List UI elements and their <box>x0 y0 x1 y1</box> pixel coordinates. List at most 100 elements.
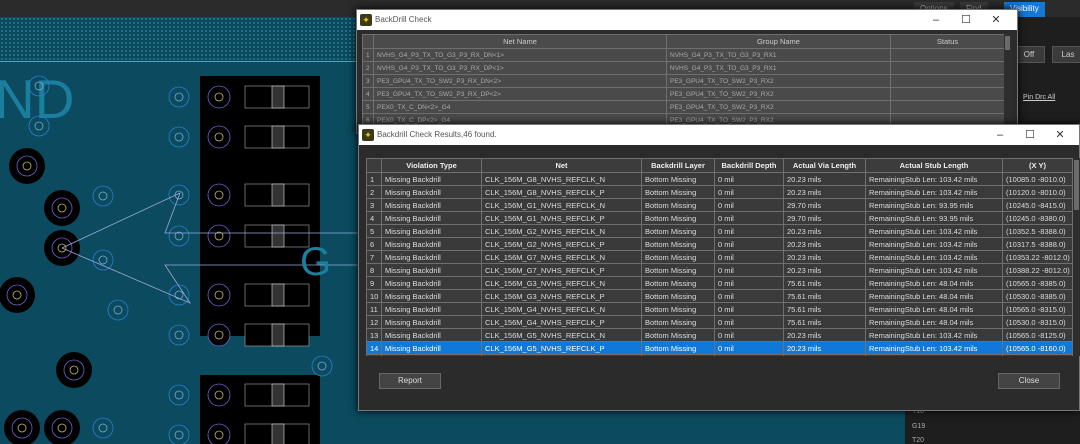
column-header[interactable]: Status <box>890 34 1005 49</box>
table-row[interactable]: 13 Missing Backdrill CLK_156M_G5_NVHS_REFC… <box>366 328 1073 342</box>
table-cell: Bottom Missing <box>641 211 715 225</box>
last-button[interactable]: Las <box>1052 46 1080 63</box>
col-pin[interactable]: Pin <box>1023 94 1033 101</box>
table-cell: 20.23 mils <box>783 328 866 342</box>
column-header[interactable]: Backdrill Depth <box>714 158 784 173</box>
table-cell: RemainingStub Len: 103.42 mils <box>865 328 1003 342</box>
close-icon[interactable]: ✕ <box>1045 125 1075 145</box>
table-cell: Bottom Missing <box>641 172 715 186</box>
table-cell: 1 <box>362 48 374 62</box>
table-cell: PEX0_TX_C_DN<2>_G4 <box>373 100 667 114</box>
column-header[interactable] <box>362 34 374 49</box>
table-cell: RemainingStub Len: 103.42 mils <box>865 224 1003 238</box>
table-cell: 75.61 mils <box>783 315 866 329</box>
table-cell: (10245.0 -8415.0) <box>1002 198 1073 212</box>
table-cell: PE3_GPU4_TX_TO_SW2_P3_RX_DP<2> <box>373 87 667 101</box>
table-row[interactable]: 11 Missing Backdrill CLK_156M_G4_NVHS_REFC… <box>366 302 1073 316</box>
table-row[interactable]: 3 PE3_GPU4_TX_TO_SW2_P3_RX_DN<2> PE3_GPU4_… <box>362 74 1005 88</box>
table-cell: Bottom Missing <box>641 276 715 290</box>
column-header[interactable] <box>366 158 382 173</box>
table-row[interactable]: 5 PEX0_TX_C_DN<2>_G4 PE3_GPU4_TX_TO_SW2_P3… <box>362 100 1005 114</box>
column-header[interactable]: Group Name <box>666 34 891 49</box>
table-cell: 0 mil <box>714 302 784 316</box>
via-icon <box>168 384 190 406</box>
column-header[interactable]: Backdrill Layer <box>641 158 715 173</box>
maximize-icon[interactable]: ☐ <box>1015 125 1045 145</box>
table-cell: CLK_156M_G2_NVHS_REFCLK_N <box>481 224 642 238</box>
table-row[interactable]: 14 Missing Backdrill CLK_156M_G5_NVHS_REFC… <box>366 341 1073 355</box>
column-header[interactable]: Actual Via Length <box>783 158 866 173</box>
table-row[interactable]: 1 Missing Backdrill CLK_156M_G8_NVHS_REFCL… <box>366 172 1073 186</box>
column-header[interactable]: Net <box>481 158 642 173</box>
via-pad <box>4 410 40 444</box>
table-row[interactable]: 15Missing BackdrillCLK_100M_PE_SW2_DNTop… <box>366 354 1073 356</box>
column-header[interactable]: (X Y) <box>1002 158 1073 173</box>
table-row[interactable]: 3 Missing Backdrill CLK_156M_G1_NVHS_REFCL… <box>366 198 1073 212</box>
via-pad <box>207 224 231 248</box>
table-cell: 0 mil <box>714 172 784 186</box>
table-cell: 0 mil <box>714 185 784 199</box>
table-cell: 20.23 mils <box>783 341 866 355</box>
table-row[interactable]: 5 Missing Backdrill CLK_156M_G2_NVHS_REFCL… <box>366 224 1073 238</box>
via-drill <box>317 361 327 371</box>
table-cell: 15 <box>366 354 382 356</box>
col-all[interactable]: All <box>1048 94 1056 101</box>
report-button[interactable]: Report <box>379 373 441 389</box>
table-cell: CLK_156M_G8_NVHS_REFCLK_N <box>481 172 642 186</box>
table-cell: 10 <box>366 289 382 303</box>
table-cell: 8 <box>366 263 382 277</box>
table-row[interactable]: 7 Missing Backdrill CLK_156M_G7_NVHS_REFCL… <box>366 250 1073 264</box>
scrollbar[interactable] <box>1004 34 1012 134</box>
table-cell: Missing Backdrill <box>381 237 482 251</box>
minimize-icon[interactable]: – <box>985 125 1015 145</box>
scrollbar[interactable] <box>1073 158 1080 356</box>
table-cell: Missing Backdrill <box>381 289 482 303</box>
table-cell: 4 <box>366 211 382 225</box>
layer-row[interactable]: G19 <box>912 423 925 430</box>
table-row[interactable]: 6 Missing Backdrill CLK_156M_G2_NVHS_REFCL… <box>366 237 1073 251</box>
table-cell: Missing Backdrill <box>381 263 482 277</box>
table-row[interactable]: 9 Missing Backdrill CLK_156M_G3_NVHS_REFCL… <box>366 276 1073 290</box>
table-cell: 0 mil <box>714 341 784 355</box>
table-row[interactable]: 10 Missing Backdrill CLK_156M_G3_NVHS_REFC… <box>366 289 1073 303</box>
table-cell: 29.70 mils <box>783 211 866 225</box>
table-row[interactable]: 8 Missing Backdrill CLK_156M_G7_NVHS_REFCL… <box>366 263 1073 277</box>
table-cell: (10700.0 -8285.0) <box>1002 354 1073 356</box>
table-row[interactable]: 2 NVHS_G4_P3_TX_TO_G3_P3_RX_DP<1> NVHS_G4_… <box>362 61 1005 75</box>
pad-block <box>271 85 285 109</box>
table-cell: Missing Backdrill <box>381 315 482 329</box>
column-header[interactable]: Net Name <box>373 34 667 49</box>
pad-block <box>271 423 285 444</box>
pcb-canvas[interactable]: ND G <box>0 62 360 444</box>
table-row[interactable]: 4 PE3_GPU4_TX_TO_SW2_P3_RX_DP<2> PE3_GPU4_… <box>362 87 1005 101</box>
table-row[interactable]: 2 Missing Backdrill CLK_156M_G8_NVHS_REFCL… <box>366 185 1073 199</box>
close-icon[interactable]: ✕ <box>981 10 1011 30</box>
pcb-silk-label-g: G <box>300 240 331 284</box>
table-cell: CLK_156M_G5_NVHS_REFCLK_P <box>481 341 642 355</box>
layer-row[interactable]: T20 <box>912 437 924 444</box>
pad-block <box>271 183 285 207</box>
table-cell: Bottom Missing <box>641 185 715 199</box>
via-drill <box>98 423 108 433</box>
minimize-icon[interactable]: – <box>921 10 951 30</box>
window-title: Backdrill Check Results,46 found. <box>377 130 497 139</box>
table-cell: CLK_156M_G5_NVHS_REFCLK_N <box>481 328 642 342</box>
via-pad <box>207 283 231 307</box>
table-cell: (10353.22 -8012.0) <box>1002 250 1073 264</box>
column-header[interactable]: Violation Type <box>381 158 482 173</box>
table-cell: CLK_100M_PE_SW2_DN <box>481 354 642 356</box>
column-header[interactable]: Actual Stub Length <box>865 158 1003 173</box>
maximize-icon[interactable]: ☐ <box>951 10 981 30</box>
table-row[interactable]: 1 NVHS_G4_P3_TX_TO_G3_P3_RX_DN<1> NVHS_G4_… <box>362 48 1005 62</box>
table-cell: Missing Backdrill <box>381 328 482 342</box>
close-button[interactable]: Close <box>998 373 1060 389</box>
table-cell: CLK_156M_G7_NVHS_REFCLK_N <box>481 250 642 264</box>
via-pad <box>207 323 231 347</box>
table-row[interactable]: 4 Missing Backdrill CLK_156M_G1_NVHS_REFCL… <box>366 211 1073 225</box>
table-cell: NVHS_G4_P3_TX_TO_G3_P3_RX_DN<1> <box>373 48 667 62</box>
table-cell: (10245.0 -8380.0) <box>1002 211 1073 225</box>
col-drc[interactable]: Drc <box>1035 94 1046 101</box>
table-row[interactable]: 12 Missing Backdrill CLK_156M_G4_NVHS_REFC… <box>366 315 1073 329</box>
table-cell: 4 <box>362 87 374 101</box>
table-cell: PE3_GPU4_TX_TO_SW2_P3_RX2 <box>666 100 891 114</box>
